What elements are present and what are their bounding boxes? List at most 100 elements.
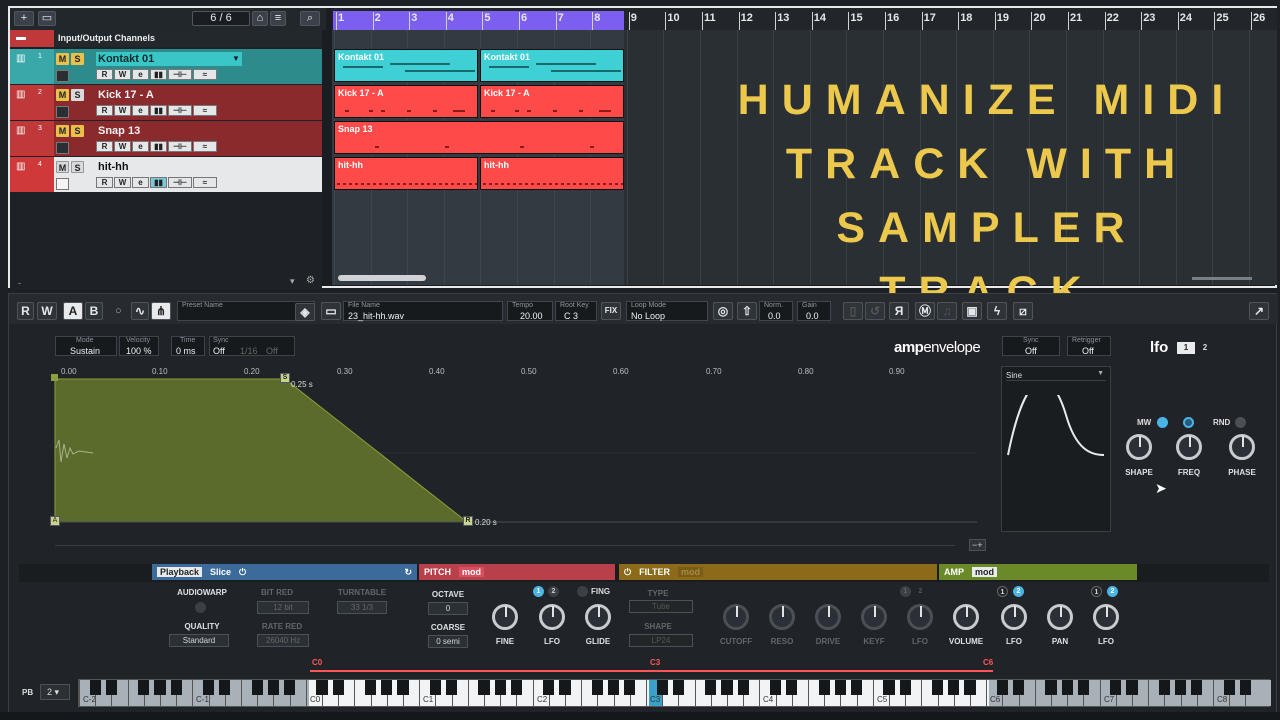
range-start-marker[interactable]: C0 <box>312 658 322 667</box>
read-button[interactable]: R <box>96 105 113 116</box>
crop-icon[interactable]: ▯ <box>843 302 863 320</box>
cutoff-knob[interactable] <box>723 604 749 630</box>
track-name[interactable]: Kick 17 - A <box>96 88 154 102</box>
split-icon[interactable]: ⊣⊢ <box>168 105 192 116</box>
mute-button[interactable]: M <box>56 161 69 173</box>
solo-button[interactable]: S <box>71 125 84 137</box>
amp-lfo2-toggle[interactable]: 2 <box>1013 586 1024 597</box>
edit-button[interactable]: e <box>132 105 149 116</box>
target-icon[interactable]: ◎ <box>713 302 733 320</box>
write-button[interactable]: W <box>114 177 131 188</box>
rnd-toggle[interactable] <box>1235 417 1246 428</box>
midi-part[interactable]: hit-hh <box>334 157 478 190</box>
env-sync-field[interactable]: Sync Off 1/16 Off <box>209 336 295 356</box>
meter-icon[interactable]: ▮▮ <box>150 177 167 188</box>
midi-part[interactable]: Kontakt 01 <box>334 49 478 82</box>
lfo-tab-1[interactable]: 1 <box>1177 342 1195 354</box>
lfo-1-toggle[interactable]: 1 <box>900 586 911 597</box>
write-button[interactable]: W <box>114 105 131 116</box>
octave-field[interactable]: 0 <box>428 602 468 615</box>
read-button[interactable]: R <box>17 302 34 320</box>
bit-red-select[interactable]: 12 bit <box>257 601 309 614</box>
type-select[interactable]: Tube <box>629 600 693 613</box>
sustain-node[interactable]: S <box>280 373 290 383</box>
release-node[interactable]: R <box>463 516 473 526</box>
norm-field[interactable]: Norm. 0.0 <box>759 301 793 321</box>
write-button[interactable]: W <box>37 302 57 320</box>
monitor-checkbox[interactable] <box>56 106 69 118</box>
stripes-icon[interactable]: ⧄ <box>1013 302 1033 320</box>
gain-field[interactable]: Gain 0.0 <box>797 301 831 321</box>
mute-button[interactable]: M <box>56 125 69 137</box>
folder-icon[interactable]: ▭ <box>321 302 341 320</box>
key-range-bar[interactable] <box>310 670 993 678</box>
fix-button[interactable]: FIX <box>601 302 621 320</box>
add-track-button[interactable]: + <box>14 11 34 26</box>
curve-icon[interactable]: ∿ <box>131 302 149 320</box>
meter-icon[interactable]: ▮▮ <box>150 69 167 80</box>
freq-knob[interactable] <box>1176 434 1202 460</box>
pitch-lfo-knob[interactable] <box>539 604 565 630</box>
reso-knob[interactable] <box>769 604 795 630</box>
tempo-field[interactable]: Tempo 20.00 <box>507 301 553 321</box>
attack-node[interactable] <box>51 374 58 381</box>
turntable-select[interactable]: 33 1/3 <box>337 601 387 614</box>
mute-button[interactable]: M <box>56 89 69 101</box>
envelope-graph[interactable] <box>53 378 977 528</box>
lfo-sync-field[interactable]: Sync Off <box>1002 336 1060 356</box>
midi-part[interactable]: Kick 17 - A <box>480 85 624 118</box>
meter-icon[interactable]: ▮▮ <box>150 105 167 116</box>
pb-range-select[interactable]: 2 ▾ <box>40 684 70 700</box>
start-node[interactable]: A <box>50 516 60 526</box>
gear-icon[interactable]: ⚙ <box>306 275 315 286</box>
expand-icon[interactable]: ↗ <box>1249 302 1269 320</box>
split-icon[interactable]: ⊣⊢ <box>168 177 192 188</box>
solo-button[interactable]: S <box>71 89 84 101</box>
edit-button[interactable]: e <box>132 177 149 188</box>
chevron-down-icon[interactable]: ▼ <box>232 54 240 63</box>
glide-knob[interactable] <box>585 604 611 630</box>
horizontal-scrollbar[interactable] <box>338 275 426 281</box>
quality-select[interactable]: Standard <box>169 634 229 647</box>
track-name[interactable]: Kontakt 01 <box>96 52 242 66</box>
edit-button[interactable]: e <box>132 141 149 152</box>
volume-knob[interactable] <box>953 604 979 630</box>
meter-icon[interactable]: ▮▮ <box>150 141 167 152</box>
chevron-down-icon[interactable]: ▾ <box>290 276 295 287</box>
wave-icon[interactable]: ≈ <box>193 141 217 152</box>
lock-icon[interactable]: ▣ <box>962 302 982 320</box>
filter-mod-button[interactable]: mod <box>677 567 703 577</box>
m-icon[interactable]: Ⓜ <box>915 302 935 320</box>
mw-toggle[interactable] <box>1157 417 1168 428</box>
minus-icon[interactable]: - <box>18 278 21 288</box>
root-marker[interactable]: C3 <box>650 658 660 667</box>
track-kick[interactable]: ▥ 2 M S Kick 17 - A R W e ▮▮ ⊣⊢ ≈ <box>10 85 322 120</box>
undo-icon[interactable]: ↺ <box>865 302 885 320</box>
root-key-field[interactable]: Root Key C 3 <box>555 301 597 321</box>
piano-keyboard[interactable]: C-2 C-1 C0 C1 C2 C3 C4 C5 C6 C7 C8 <box>78 679 1271 707</box>
read-button[interactable]: R <box>96 69 113 80</box>
power-icon[interactable]: ⏻ <box>624 567 631 578</box>
track-name[interactable]: Snap 13 <box>96 124 140 138</box>
mute-button[interactable]: M <box>56 53 69 65</box>
shape-knob[interactable] <box>1126 434 1152 460</box>
track-kontakt[interactable]: ▥ 1 M S Kontakt 01 ▼ R W e ▮▮ ⊣⊢ ≈ <box>10 49 322 84</box>
env-scrollbar[interactable] <box>55 545 955 546</box>
phase-knob[interactable] <box>1229 434 1255 460</box>
write-button[interactable]: W <box>114 69 131 80</box>
folder-icon[interactable]: ▭ <box>38 11 56 26</box>
solo-button[interactable]: S <box>71 161 84 173</box>
refresh-icon[interactable]: ↻ <box>404 567 412 578</box>
list-icon[interactable]: ≡ <box>270 11 286 26</box>
lfo-retrigger-field[interactable]: Retrigger Off <box>1067 336 1111 356</box>
loop-mode-select[interactable]: Loop Mode No Loop <box>626 301 708 321</box>
env-velocity-field[interactable]: Velocity 100 % <box>119 336 159 356</box>
bell-icon[interactable]: ♫ <box>937 302 957 320</box>
lfo-tab-2[interactable]: 2 <box>1199 342 1211 354</box>
snap-icon[interactable]: ⋔ <box>151 302 171 320</box>
lfo-2-toggle[interactable]: 2 <box>548 586 559 597</box>
drive-knob[interactable] <box>815 604 841 630</box>
track-hithh[interactable]: ▥ 4 M S hit-hh R W e ▮▮ ⊣⊢ ≈ <box>10 157 322 192</box>
midi-part[interactable]: Snap 13 <box>334 121 624 154</box>
waveform-select[interactable]: Sine ▼ <box>1006 370 1106 381</box>
